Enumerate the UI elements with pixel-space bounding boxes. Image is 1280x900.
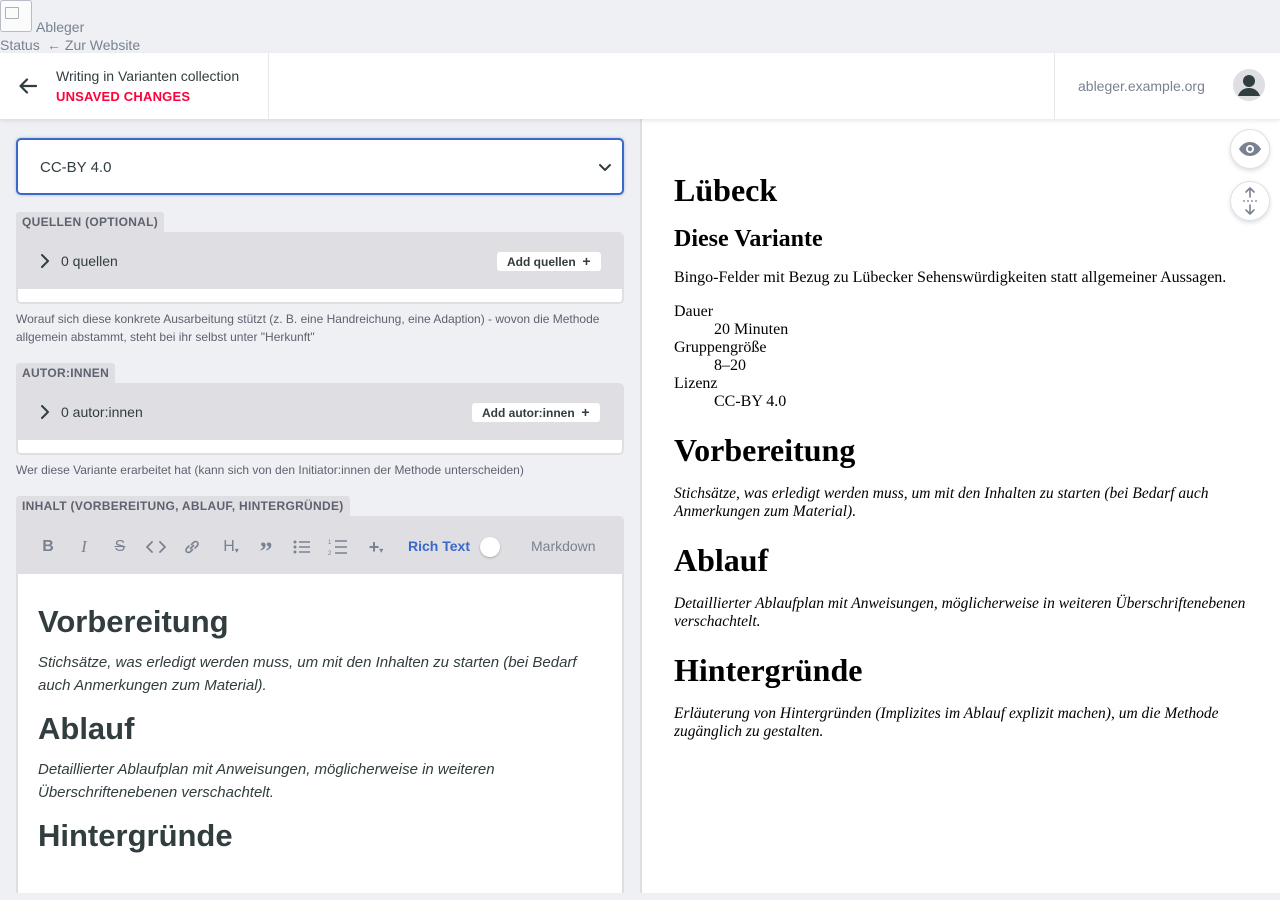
site-domain-link[interactable]: ableger.example.org bbox=[1078, 78, 1205, 94]
plus-icon: + bbox=[582, 253, 591, 269]
markdown-mode-label[interactable]: Markdown bbox=[531, 538, 596, 554]
italic-icon[interactable]: I bbox=[74, 537, 94, 557]
add-autoren-button[interactable]: Add autor:innen + bbox=[472, 403, 600, 422]
header-divider bbox=[268, 53, 269, 119]
heading-icon[interactable]: H ▾ bbox=[218, 537, 244, 557]
quellen-list-header[interactable]: 0 quellen Add quellen + bbox=[18, 234, 622, 289]
quellen-list: 0 quellen Add quellen + bbox=[16, 232, 624, 304]
entry-title-group: Writing in Varianten collection UNSAVED … bbox=[56, 68, 239, 104]
autoren-label: AUTOR:INNEN bbox=[16, 363, 116, 383]
meta-term: Lizenz bbox=[674, 375, 718, 392]
preview-section-text: Erläuterung von Hintergründen (Implizite… bbox=[674, 705, 1219, 740]
add-quellen-label: Add quellen bbox=[507, 255, 576, 269]
chevron-down-icon bbox=[599, 164, 611, 171]
svg-text:2: 2 bbox=[328, 551, 332, 556]
plus-icon: + bbox=[581, 404, 590, 420]
meta-term: Gruppengröße bbox=[674, 339, 767, 356]
meta-value: 20 Minuten bbox=[714, 321, 789, 338]
eye-icon bbox=[1239, 142, 1261, 156]
editor-content[interactable]: Vorbereitung Stichsätze, was erledigt we… bbox=[38, 604, 608, 866]
editor-toolbar: B I S H ▾ ” 12 + ▾ Rich Text Markdown bbox=[18, 518, 622, 574]
preview-section-text: Detaillierter Ablaufplan mit Anweisungen… bbox=[674, 595, 1246, 630]
svg-text:1: 1 bbox=[328, 540, 332, 546]
entry-title: Writing in Varianten collection bbox=[56, 68, 240, 84]
quote-icon[interactable]: ” bbox=[256, 537, 276, 566]
editor-mode-toggle[interactable] bbox=[478, 537, 518, 557]
chevron-right-icon[interactable] bbox=[38, 404, 52, 420]
editor-heading: Hintergründe bbox=[38, 818, 233, 853]
site-topbar: Ableger Status ← Zur Website bbox=[0, 0, 1280, 53]
arrow-left-icon bbox=[19, 78, 37, 94]
bold-icon[interactable]: B bbox=[38, 537, 58, 557]
logo-image-icon bbox=[0, 0, 32, 32]
preview-title: Lübeck bbox=[674, 172, 778, 208]
user-avatar[interactable] bbox=[1233, 69, 1265, 101]
markdown-editor: B I S H ▾ ” 12 + ▾ Rich Text Markdown Vorb… bbox=[16, 516, 624, 893]
meta-value: 8–20 bbox=[714, 357, 746, 374]
add-autoren-label: Add autor:innen bbox=[482, 406, 575, 420]
preview-description: Bingo-Felder mit Bezug zu Lübecker Sehen… bbox=[674, 269, 1227, 286]
back-button[interactable] bbox=[0, 53, 56, 119]
editor-heading: Vorbereitung bbox=[38, 604, 229, 639]
meta-term: Dauer bbox=[674, 303, 714, 320]
quellen-hint: Worauf sich diese konkrete Ausarbeitung … bbox=[16, 312, 600, 344]
preview-panel: Lübeck Diese Variante Bingo-Felder mit B… bbox=[642, 119, 1280, 893]
add-component-icon[interactable]: + ▾ bbox=[364, 537, 388, 557]
editor-heading: Ablauf bbox=[38, 711, 135, 746]
autoren-hint: Wer diese Variante erarbeitet hat (kann … bbox=[16, 463, 524, 477]
quellen-count: 0 quellen bbox=[61, 253, 118, 269]
chevron-right-icon[interactable] bbox=[38, 253, 52, 269]
license-select-value: CC-BY 4.0 bbox=[40, 159, 112, 176]
code-icon[interactable] bbox=[146, 537, 166, 557]
preview-subtitle: Diese Variante bbox=[674, 226, 823, 252]
link-icon[interactable] bbox=[182, 537, 202, 557]
add-quellen-button[interactable]: Add quellen + bbox=[497, 252, 601, 271]
meta-value: CC-BY 4.0 bbox=[714, 393, 787, 410]
preview-meta-list: Dauer 20 Minuten Gruppengröße 8–20 Lizen… bbox=[674, 303, 1254, 411]
website-link[interactable]: ← Zur Website bbox=[47, 37, 140, 53]
license-select[interactable]: CC-BY 4.0 bbox=[16, 138, 624, 195]
toggle-knob bbox=[480, 537, 500, 557]
editor-panel: CC-BY 4.0 QUELLEN (OPTIONAL) 0 quellen A… bbox=[0, 119, 640, 893]
editor-paragraph: Detaillierter Ablaufplan mit Anweisungen… bbox=[38, 761, 495, 801]
status-link[interactable]: Status bbox=[0, 37, 40, 53]
sync-scroll-icon bbox=[1243, 187, 1257, 215]
site-name: Ableger bbox=[36, 19, 85, 35]
numbered-list-icon[interactable]: 12 bbox=[328, 537, 348, 557]
preview-content: Lübeck Diese Variante Bingo-Felder mit B… bbox=[674, 171, 1254, 761]
header-divider bbox=[1054, 53, 1055, 119]
toggle-preview-button[interactable] bbox=[1230, 129, 1270, 169]
bulleted-list-icon[interactable] bbox=[292, 537, 312, 557]
strikethrough-icon[interactable]: S bbox=[110, 537, 130, 557]
sync-scroll-button[interactable] bbox=[1230, 181, 1270, 221]
editor-paragraph: Stichsätze, was erledigt werden muss, um… bbox=[38, 654, 577, 694]
editor-header: Writing in Varianten collection UNSAVED … bbox=[0, 53, 1280, 119]
rich-text-mode-label[interactable]: Rich Text bbox=[408, 538, 470, 554]
inhalt-label: INHALT (VORBEREITUNG, ABLAUF, HINTERGRÜN… bbox=[16, 496, 350, 516]
autoren-list-header[interactable]: 0 autor:innen Add autor:innen + bbox=[18, 385, 622, 440]
preview-section-text: Stichsätze, was erledigt werden muss, um… bbox=[674, 485, 1209, 520]
preview-section-heading: Vorbereitung bbox=[674, 432, 856, 468]
quellen-label: QUELLEN (OPTIONAL) bbox=[16, 212, 165, 232]
preview-section-heading: Hintergründe bbox=[674, 652, 863, 688]
user-icon bbox=[1238, 75, 1260, 96]
preview-section-heading: Ablauf bbox=[674, 542, 769, 578]
unsaved-changes-status: UNSAVED CHANGES bbox=[56, 89, 191, 104]
autoren-list: 0 autor:innen Add autor:innen + bbox=[16, 383, 624, 455]
autoren-count: 0 autor:innen bbox=[61, 404, 143, 420]
